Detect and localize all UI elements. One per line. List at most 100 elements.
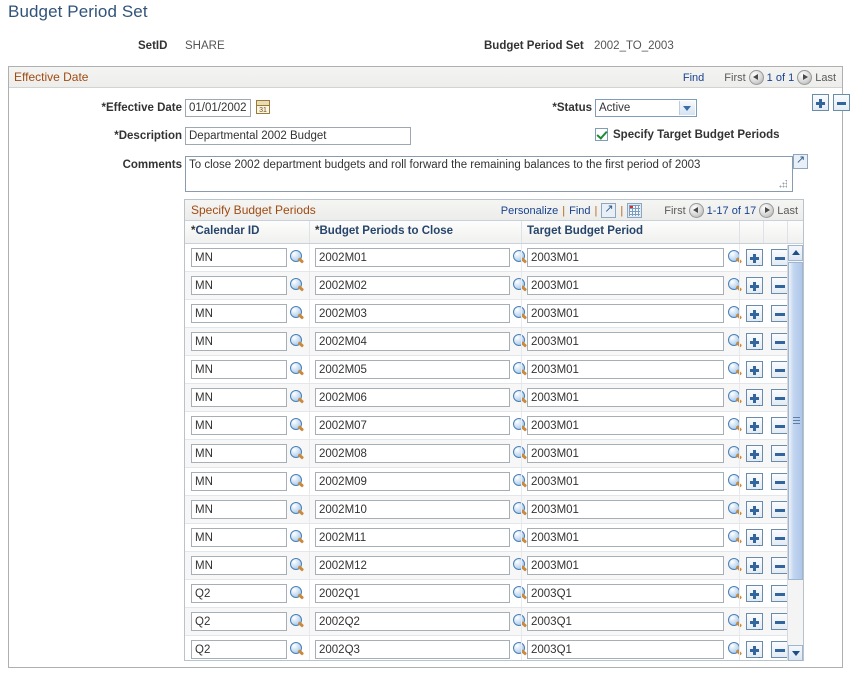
calendar-id-lookup-icon[interactable] bbox=[290, 446, 305, 462]
calendar-id-input[interactable] bbox=[191, 640, 287, 659]
calendar-id-input[interactable] bbox=[191, 528, 287, 547]
add-row-button[interactable] bbox=[746, 529, 763, 548]
grid-row-counter[interactable]: 1-17 of 17 bbox=[707, 205, 757, 217]
calendar-id-lookup-icon[interactable] bbox=[290, 250, 305, 266]
calendar-id-input[interactable] bbox=[191, 500, 287, 519]
target-budget-period-lookup-icon[interactable] bbox=[728, 306, 743, 322]
budget-period-close-input[interactable] bbox=[315, 612, 510, 631]
calendar-id-input[interactable] bbox=[191, 248, 287, 267]
calendar-id-lookup-icon[interactable] bbox=[290, 586, 305, 602]
add-row-button[interactable] bbox=[746, 361, 763, 380]
add-row-button[interactable] bbox=[746, 501, 763, 520]
comments-textarea[interactable] bbox=[185, 156, 793, 192]
calendar-id-input[interactable] bbox=[191, 388, 287, 407]
budget-period-close-input[interactable] bbox=[315, 444, 510, 463]
row-counter[interactable]: 1 of 1 bbox=[767, 72, 795, 84]
target-budget-period-lookup-icon[interactable] bbox=[728, 474, 743, 490]
calendar-id-lookup-icon[interactable] bbox=[290, 306, 305, 322]
budget-period-close-input[interactable] bbox=[315, 528, 510, 547]
calendar-id-lookup-icon[interactable] bbox=[290, 642, 305, 658]
calendar-id-input[interactable] bbox=[191, 556, 287, 575]
scrollbar-thumb[interactable] bbox=[788, 262, 803, 580]
calendar-id-lookup-icon[interactable] bbox=[290, 362, 305, 378]
add-effective-date-button[interactable] bbox=[812, 94, 829, 111]
calendar-id-input[interactable] bbox=[191, 584, 287, 603]
download-to-spreadsheet-icon[interactable] bbox=[627, 203, 643, 218]
target-budget-period-input[interactable] bbox=[527, 640, 724, 659]
target-budget-period-lookup-icon[interactable] bbox=[728, 586, 743, 602]
delete-row-button[interactable] bbox=[771, 585, 788, 602]
status-dropdown[interactable]: Active bbox=[595, 99, 697, 117]
delete-row-button[interactable] bbox=[771, 305, 788, 322]
target-budget-period-lookup-icon[interactable] bbox=[728, 530, 743, 546]
target-budget-period-input[interactable] bbox=[527, 612, 724, 631]
add-row-button[interactable] bbox=[746, 417, 763, 436]
personalize-link[interactable]: Personalize bbox=[501, 205, 558, 217]
calendar-id-input[interactable] bbox=[191, 276, 287, 295]
calendar-id-input[interactable] bbox=[191, 304, 287, 323]
calendar-id-lookup-icon[interactable] bbox=[290, 334, 305, 350]
add-row-button[interactable] bbox=[746, 305, 763, 324]
target-budget-period-lookup-icon[interactable] bbox=[728, 502, 743, 518]
grid-first-label[interactable]: First bbox=[664, 205, 685, 217]
budget-period-close-input[interactable] bbox=[315, 640, 510, 659]
add-row-button[interactable] bbox=[746, 333, 763, 352]
delete-row-button[interactable] bbox=[771, 557, 788, 574]
target-budget-period-input[interactable] bbox=[527, 360, 724, 379]
delete-row-button[interactable] bbox=[771, 389, 788, 406]
budget-period-close-input[interactable] bbox=[315, 500, 510, 519]
budget-period-close-input[interactable] bbox=[315, 248, 510, 267]
delete-row-button[interactable] bbox=[771, 249, 788, 266]
calendar-id-lookup-icon[interactable] bbox=[290, 530, 305, 546]
target-budget-period-lookup-icon[interactable] bbox=[728, 642, 743, 658]
target-budget-period-lookup-icon[interactable] bbox=[728, 278, 743, 294]
target-budget-period-lookup-icon[interactable] bbox=[728, 558, 743, 574]
budget-period-close-input[interactable] bbox=[315, 388, 510, 407]
target-budget-period-input[interactable] bbox=[527, 388, 724, 407]
calendar-id-lookup-icon[interactable] bbox=[290, 278, 305, 294]
add-row-button[interactable] bbox=[746, 389, 763, 408]
comments-expand-icon[interactable] bbox=[793, 152, 808, 169]
grid-last-label[interactable]: Last bbox=[777, 205, 798, 217]
target-budget-period-input[interactable] bbox=[527, 556, 724, 575]
specify-target-budget-periods-checkbox[interactable] bbox=[595, 128, 608, 141]
add-row-button[interactable] bbox=[746, 277, 763, 296]
target-budget-period-input[interactable] bbox=[527, 472, 724, 491]
delete-row-button[interactable] bbox=[771, 613, 788, 630]
target-budget-period-input[interactable] bbox=[527, 444, 724, 463]
effective-date-input[interactable] bbox=[185, 99, 251, 117]
scroll-up-icon[interactable] bbox=[788, 245, 803, 261]
calendar-id-input[interactable] bbox=[191, 332, 287, 351]
calendar-id-input[interactable] bbox=[191, 416, 287, 435]
target-budget-period-lookup-icon[interactable] bbox=[728, 334, 743, 350]
target-budget-period-input[interactable] bbox=[527, 584, 724, 603]
calendar-id-lookup-icon[interactable] bbox=[290, 614, 305, 630]
add-row-button[interactable] bbox=[746, 557, 763, 576]
grid-previous-icon[interactable] bbox=[688, 203, 704, 218]
target-budget-period-input[interactable] bbox=[527, 304, 724, 323]
delete-row-button[interactable] bbox=[771, 501, 788, 518]
calendar-id-lookup-icon[interactable] bbox=[290, 390, 305, 406]
delete-row-button[interactable] bbox=[771, 361, 788, 378]
budget-period-close-input[interactable] bbox=[315, 276, 510, 295]
grid-next-icon[interactable] bbox=[759, 203, 775, 218]
calendar-id-input[interactable] bbox=[191, 444, 287, 463]
calendar-id-lookup-icon[interactable] bbox=[290, 502, 305, 518]
delete-row-button[interactable] bbox=[771, 277, 788, 294]
target-budget-period-lookup-icon[interactable] bbox=[728, 446, 743, 462]
target-budget-period-lookup-icon[interactable] bbox=[728, 418, 743, 434]
delete-row-button[interactable] bbox=[771, 445, 788, 462]
calendar-id-lookup-icon[interactable] bbox=[290, 558, 305, 574]
delete-row-button[interactable] bbox=[771, 333, 788, 350]
budget-period-close-input[interactable] bbox=[315, 360, 510, 379]
grid-find-link[interactable]: Find bbox=[569, 205, 590, 217]
target-budget-period-input[interactable] bbox=[527, 248, 724, 267]
target-budget-period-input[interactable] bbox=[527, 416, 724, 435]
target-budget-period-lookup-icon[interactable] bbox=[728, 390, 743, 406]
calendar-icon[interactable]: 31 bbox=[256, 100, 270, 114]
add-row-button[interactable] bbox=[746, 613, 763, 632]
target-budget-period-input[interactable] bbox=[527, 528, 724, 547]
view-all-expand-icon[interactable] bbox=[601, 201, 617, 218]
previous-page-icon[interactable] bbox=[748, 70, 764, 85]
delete-row-button[interactable] bbox=[771, 417, 788, 434]
